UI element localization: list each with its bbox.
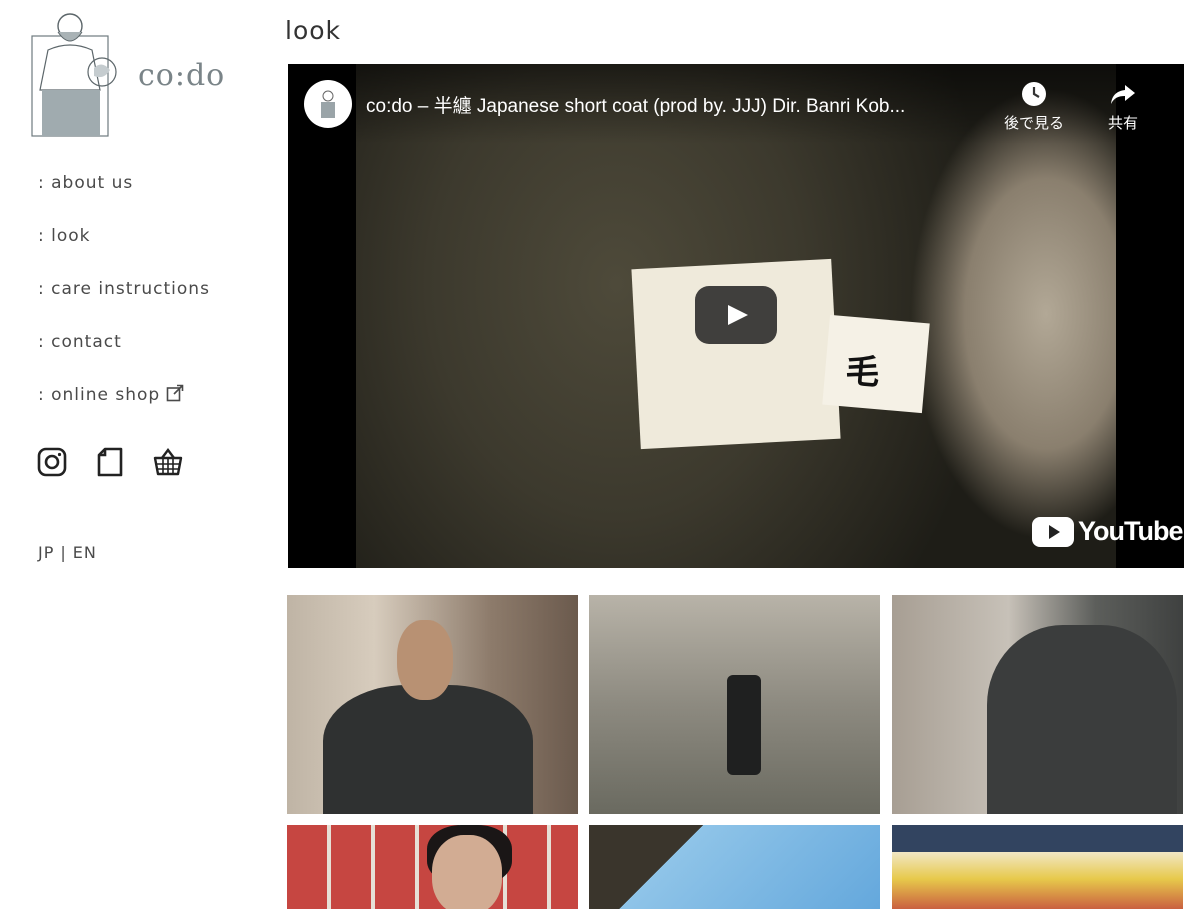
lang-separator: | (60, 543, 67, 562)
gallery-photo[interactable] (892, 595, 1183, 814)
thumbnail-kanji: 毛 (844, 350, 882, 394)
nav-online-shop-label: : online shop (38, 385, 161, 405)
share-button[interactable]: 共有 (1108, 80, 1138, 133)
photo-figure (987, 625, 1177, 814)
site-logo[interactable]: co:do (20, 10, 245, 140)
photo-figure (727, 675, 761, 775)
lang-en[interactable]: EN (73, 543, 97, 562)
nav-contact-label: : contact (38, 332, 122, 352)
nav-look-label: : look (38, 226, 91, 246)
nav-contact[interactable]: : contact (38, 329, 210, 382)
gallery-photo[interactable] (589, 825, 880, 909)
logo-wordmark: co:do (138, 58, 226, 93)
nav-about-us-label: : about us (38, 173, 134, 193)
nav-online-shop[interactable]: : online shop (38, 382, 210, 435)
photo-face (432, 835, 502, 909)
main-nav: : about us : look : care instructions : … (38, 170, 210, 435)
gallery-photo[interactable] (892, 825, 1183, 909)
nav-care-instructions[interactable]: : care instructions (38, 276, 210, 329)
look-gallery (287, 595, 1183, 909)
video-title[interactable]: co:do – 半纏 Japanese short coat (prod by.… (366, 91, 986, 118)
watch-later-label: 後で見る (1004, 114, 1065, 132)
youtube-logo[interactable]: YouTube (1032, 516, 1183, 547)
photo-figure (323, 685, 533, 814)
photo-head (397, 620, 453, 700)
lang-jp[interactable]: JP (38, 543, 54, 562)
language-switcher: JP | EN (38, 543, 97, 562)
nav-about-us[interactable]: : about us (38, 170, 210, 223)
share-label: 共有 (1108, 114, 1139, 132)
youtube-wordmark: YouTube (1078, 516, 1183, 546)
channel-avatar[interactable] (304, 80, 352, 128)
shop-basket-icon[interactable] (152, 446, 184, 478)
external-link-icon (166, 384, 184, 410)
gallery-photo[interactable] (287, 825, 578, 909)
social-links (36, 446, 184, 478)
page-title: look (285, 16, 342, 45)
watch-later-button[interactable]: 後で見る (1004, 80, 1064, 133)
gallery-photo[interactable] (287, 595, 578, 814)
share-icon (1111, 85, 1135, 104)
nav-care-instructions-label: : care instructions (38, 279, 210, 299)
youtube-embed[interactable]: 毛 co:do – 半纏 Japanese short coat (prod b… (288, 64, 1184, 568)
clock-icon (1022, 82, 1046, 106)
gallery-photo[interactable] (589, 595, 880, 814)
play-button[interactable] (695, 286, 777, 344)
youtube-play-icon (1032, 516, 1074, 547)
instagram-icon[interactable] (36, 446, 68, 478)
note-icon[interactable] (94, 446, 126, 478)
nav-look[interactable]: : look (38, 223, 210, 276)
